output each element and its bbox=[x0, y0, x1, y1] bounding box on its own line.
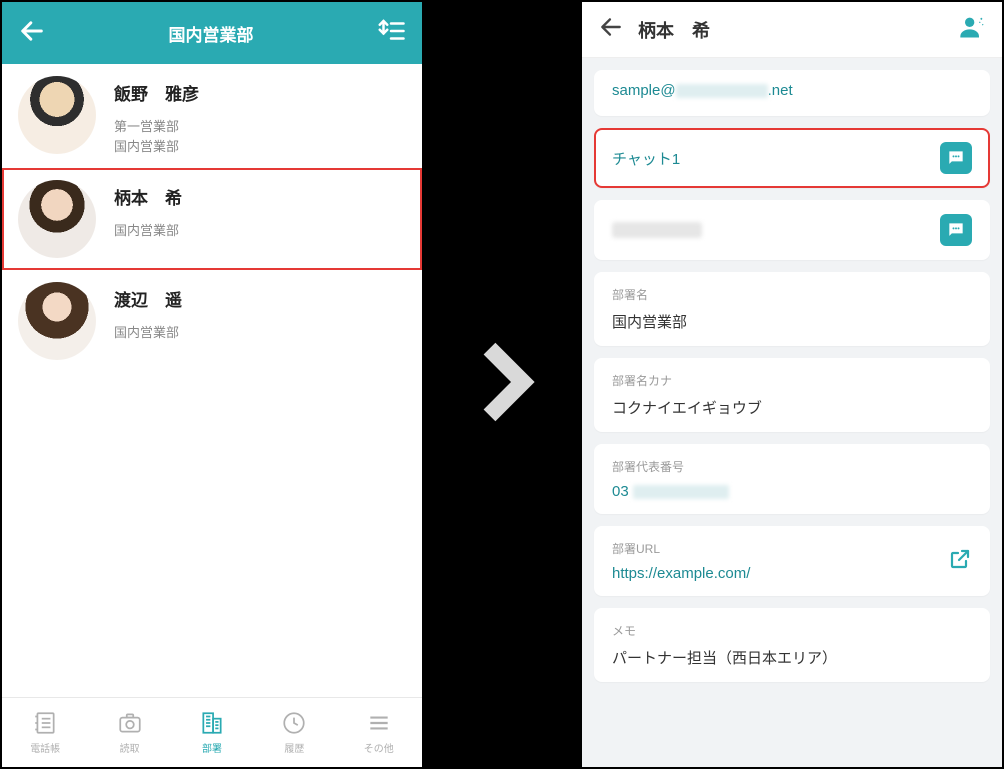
contact-sub: 第一営業部 bbox=[114, 117, 199, 137]
phone-prefix: 03 bbox=[612, 483, 629, 500]
redacted bbox=[633, 485, 729, 499]
contact-row[interactable]: 飯野 雅彦 第一営業部 国内営業部 bbox=[2, 64, 422, 168]
nav-history[interactable]: 履歴 bbox=[281, 710, 307, 755]
field-value: https://example.com/ bbox=[612, 565, 750, 582]
nav-phonebook[interactable]: 電話帳 bbox=[30, 710, 60, 755]
field-value: 03 bbox=[612, 483, 972, 500]
nav-label: 部署 bbox=[202, 740, 222, 755]
building-icon bbox=[199, 710, 225, 736]
chevron-right-icon bbox=[452, 312, 552, 457]
nav-department[interactable]: 部署 bbox=[199, 710, 225, 755]
dept-kana-card: 部署名カナ コクナイエイギョウブ bbox=[594, 358, 990, 432]
left-title: 国内営業部 bbox=[169, 21, 254, 46]
add-person-icon[interactable] bbox=[958, 13, 986, 46]
chat-icon[interactable] bbox=[940, 214, 972, 246]
contact-sub: 国内営業部 bbox=[114, 221, 182, 241]
contact-info: 飯野 雅彦 第一営業部 国内営業部 bbox=[114, 76, 199, 156]
field-label: 部署名カナ bbox=[612, 372, 972, 389]
nav-label: 電話帳 bbox=[30, 740, 60, 755]
email-value: sample@ .net bbox=[612, 82, 793, 99]
contact-name: 渡辺 遥 bbox=[114, 286, 182, 311]
contact-sub: 国内営業部 bbox=[114, 323, 182, 343]
field-value: 国内営業部 bbox=[612, 311, 972, 332]
memo-card: メモ パートナー担当（西日本エリア） bbox=[594, 608, 990, 682]
contact-row[interactable]: 渡辺 遥 国内営業部 bbox=[2, 270, 422, 372]
left-topbar: 国内営業部 bbox=[2, 2, 422, 64]
phonebook-icon bbox=[32, 710, 58, 736]
contact-sub: 国内営業部 bbox=[114, 137, 199, 157]
camera-icon bbox=[117, 710, 143, 736]
clock-icon bbox=[281, 710, 307, 736]
dept-phone-card[interactable]: 部署代表番号 03 bbox=[594, 444, 990, 514]
dept-name-card: 部署名 国内営業部 bbox=[594, 272, 990, 346]
avatar bbox=[18, 282, 96, 360]
back-icon[interactable] bbox=[18, 17, 46, 50]
field-label: 部署URL bbox=[612, 540, 750, 557]
avatar bbox=[18, 76, 96, 154]
nav-scan[interactable]: 読取 bbox=[117, 710, 143, 755]
contact-info: 渡辺 遥 国内営業部 bbox=[114, 282, 182, 343]
avatar bbox=[18, 180, 96, 258]
chat-icon[interactable] bbox=[940, 142, 972, 174]
detail-title: 柄本 希 bbox=[638, 17, 958, 43]
contact-name: 柄本 希 bbox=[114, 184, 182, 209]
open-external-icon[interactable] bbox=[948, 547, 972, 576]
contact-list: 飯野 雅彦 第一営業部 国内営業部 柄本 希 国内営業部 渡辺 遥 国内営業部 bbox=[2, 64, 422, 697]
nav-label: 読取 bbox=[120, 740, 140, 755]
sort-icon[interactable] bbox=[376, 16, 406, 51]
menu-icon bbox=[366, 710, 392, 736]
detail-content: sample@.net チャット1 部署名 国内営業部 部署名カ bbox=[582, 58, 1002, 767]
bottom-nav: 電話帳 読取 部署 履歴 bbox=[2, 697, 422, 767]
email-card[interactable]: sample@ .net bbox=[594, 70, 990, 116]
dept-url-card[interactable]: 部署URL https://example.com/ bbox=[594, 526, 990, 596]
field-label: 部署代表番号 bbox=[612, 458, 972, 475]
redacted bbox=[676, 84, 768, 98]
chat-label-redacted bbox=[612, 222, 702, 238]
nav-label: その他 bbox=[364, 740, 394, 755]
left-screen: 国内営業部 飯野 雅彦 第一営業部 国内営業部 柄本 希 国内営業部 bbox=[2, 2, 422, 767]
chat1-row[interactable]: チャット1 bbox=[594, 128, 990, 188]
field-label: メモ bbox=[612, 622, 972, 639]
field-value: パートナー担当（西日本エリア） bbox=[612, 647, 972, 668]
chat2-row[interactable] bbox=[594, 200, 990, 260]
right-topbar: 柄本 希 bbox=[582, 2, 1002, 58]
email-suffix: .net bbox=[768, 82, 793, 99]
field-value: コクナイエイギョウブ bbox=[612, 397, 972, 418]
transition-arrow-panel bbox=[422, 2, 582, 767]
field-label: 部署名 bbox=[612, 286, 972, 303]
contact-info: 柄本 希 国内営業部 bbox=[114, 180, 182, 241]
contact-name: 飯野 雅彦 bbox=[114, 80, 199, 105]
email-prefix: sample@ bbox=[612, 82, 676, 99]
right-screen: 柄本 希 sample@ .net チャット1 bbox=[582, 2, 1002, 767]
nav-more[interactable]: その他 bbox=[364, 710, 394, 755]
nav-label: 履歴 bbox=[284, 740, 304, 755]
back-icon[interactable] bbox=[598, 14, 624, 45]
chat-label: チャット1 bbox=[612, 148, 680, 169]
contact-row-selected[interactable]: 柄本 希 国内営業部 bbox=[2, 168, 422, 270]
